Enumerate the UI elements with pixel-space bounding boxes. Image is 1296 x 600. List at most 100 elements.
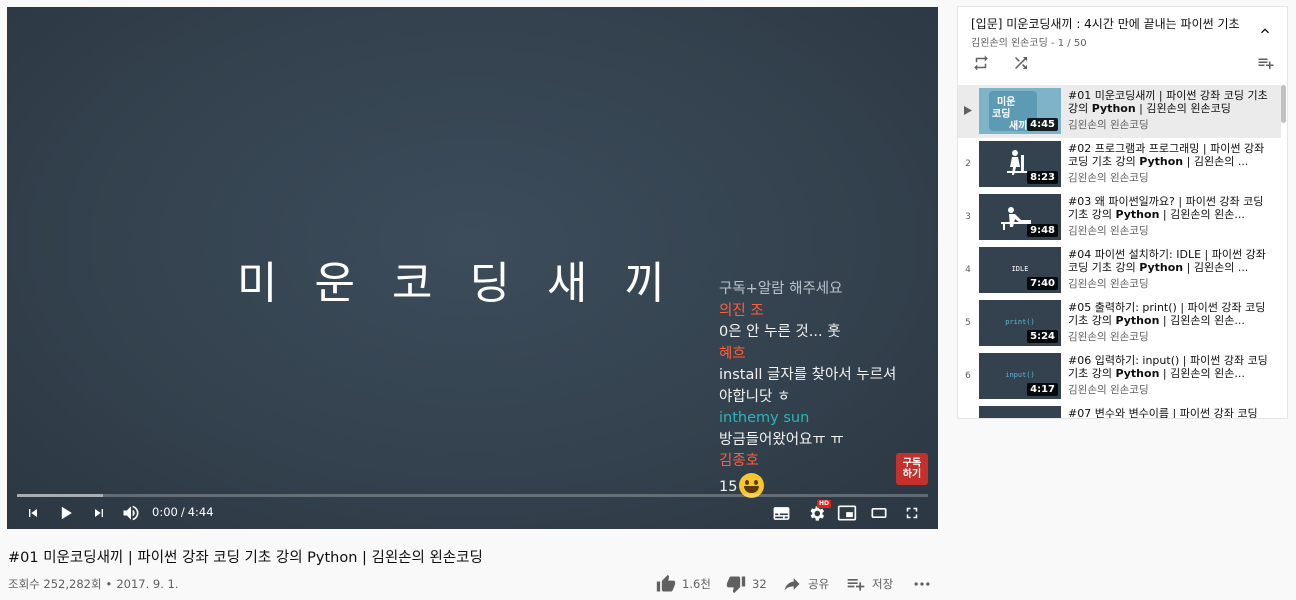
- playlist-item[interactable]: #07 변수와 변수이름 | 파이썬 강좌 코딩 기초 강의 Python | …: [958, 403, 1281, 418]
- more-icon: [914, 582, 930, 586]
- skip-next-icon[interactable]: [89, 501, 109, 525]
- playlist-title[interactable]: [입문] 미운코딩새끼 : 4시간 만에 끝내는 파이썬 기초: [971, 15, 1240, 32]
- chat-message: 0은 안 누른 것... 훗: [719, 324, 841, 340]
- miniplayer-icon[interactable]: [836, 501, 858, 525]
- chat-username: 김종호: [719, 453, 760, 469]
- playlist-item-thumbnail[interactable]: print() 5:24: [979, 300, 1061, 346]
- playlist-item-channel: 김왼손의 왼손코딩: [1068, 172, 1149, 184]
- volume-icon[interactable]: [120, 501, 142, 525]
- svg-text:코딩: 코딩: [992, 107, 1010, 120]
- progress-buffered: [17, 494, 103, 497]
- subtitles-icon[interactable]: [770, 501, 792, 525]
- playlist-item-title[interactable]: #01 미운코딩새끼 | 파이썬 강좌 코딩 기초 강의 Python | 김왼…: [1068, 89, 1268, 115]
- playlist-item-title[interactable]: #07 변수와 변수이름 | 파이썬 강좌 코딩 기초 강의 Python | …: [1068, 407, 1268, 418]
- playlist-scrollbar[interactable]: [1281, 85, 1286, 123]
- playlist-item-thumbnail[interactable]: 8:23: [979, 141, 1061, 187]
- playlist-item-channel: 김왼손의 왼손코딩: [1068, 384, 1149, 396]
- svg-text:새끼: 새끼: [1009, 119, 1027, 132]
- time-display: 0:00/4:44: [152, 505, 214, 519]
- loop-icon[interactable]: [972, 54, 990, 76]
- svg-text:IDLE: IDLE: [1012, 265, 1029, 273]
- skip-previous-icon[interactable]: [23, 501, 43, 525]
- more-actions-button[interactable]: [912, 573, 938, 595]
- settings-icon[interactable]: HD: [804, 500, 832, 525]
- playlist-item-title[interactable]: #02 프로그램과 프로그래밍 | 파이썬 강좌 코딩 기초 강의 Python…: [1068, 142, 1268, 168]
- svg-text:print(): print(): [1005, 318, 1035, 326]
- playlist-item-index: 6: [965, 371, 971, 381]
- chat-message: 방금들어왔어요ㅠ ㅠ: [719, 431, 844, 448]
- add-to-queue-icon[interactable]: [1257, 54, 1275, 76]
- share-button[interactable]: 공유: [782, 573, 829, 595]
- playlist-item[interactable]: 4 IDLE 7:40 #04 파이썬 설치하기: IDLE | 파이썬 강좌 코딩 …: [958, 244, 1281, 297]
- share-label: 공유: [808, 577, 830, 591]
- duration-badge: 4:45: [1027, 118, 1058, 131]
- playlist-item-index: [961, 403, 975, 418]
- save-label: 저장: [872, 577, 894, 591]
- video-player[interactable]: 미운코딩새끼 구독+알람 해주세요 의진 조 0은 안 누른 것... 훗 혜흐 ins…: [7, 7, 938, 529]
- playlist-item-index: 5: [965, 318, 971, 328]
- chat-username: inthemy sun: [719, 410, 810, 426]
- video-frame-title: 미운코딩새끼: [237, 258, 702, 309]
- player-controls: 0:00/4:44 HD: [7, 500, 938, 529]
- playlist-item[interactable]: 5 print() 5:24 #05 출력하기: print() | 파이썬 강좌 코…: [958, 297, 1281, 350]
- now-playing-icon: [964, 106, 972, 115]
- playlist-item-text: #03 왜 파이썬일까요? | 파이썬 강좌 코딩 기초 강의 Python |…: [1068, 195, 1268, 238]
- playlist-item-title[interactable]: #06 입력하기: input() | 파이썬 강좌 코딩 기초 강의 Pyth…: [1068, 354, 1268, 380]
- playlist-item-text: #06 입력하기: input() | 파이썬 강좌 코딩 기초 강의 Pyth…: [1068, 354, 1268, 397]
- duration-badge: 9:48: [1027, 224, 1058, 237]
- duration-badge: 7:40: [1027, 277, 1058, 290]
- thumb-up-icon: [656, 574, 676, 592]
- playlist-item-text: #07 변수와 변수이름 | 파이썬 강좌 코딩 기초 강의 Python | …: [1068, 407, 1268, 418]
- like-count: 1.6천: [682, 577, 711, 591]
- playlist-item-thumbnail[interactable]: input() 4:17: [979, 353, 1061, 399]
- view-count: 조회수 252,282회: [8, 577, 102, 591]
- progress-bar[interactable]: [17, 494, 928, 497]
- playlist-item-title[interactable]: #04 파이썬 설치하기: IDLE | 파이썬 강좌 코딩 기초 강의 Pyt…: [1068, 248, 1268, 274]
- video-title: #01 미운코딩새끼 | 파이썬 강좌 코딩 기초 강의 Python | 김왼…: [8, 550, 483, 566]
- playlist-item-title[interactable]: #05 출력하기: print() | 파이썬 강좌 코딩 기초 강의 Pyth…: [1068, 301, 1268, 327]
- playlist-item-thumbnail[interactable]: 9:48: [979, 194, 1061, 240]
- time-current: 0:00: [152, 505, 178, 519]
- save-playlist-icon: [847, 579, 865, 591]
- playlist-item[interactable]: 6 input() 4:17 #06 입력하기: input() | 파이썬 강좌 코…: [958, 350, 1281, 403]
- playlist-item-text: #04 파이썬 설치하기: IDLE | 파이썬 강좌 코딩 기초 강의 Pyt…: [1068, 248, 1268, 291]
- playlist-item-index: 3: [965, 212, 971, 222]
- fullscreen-icon[interactable]: [901, 501, 923, 525]
- playlist-item-title[interactable]: #03 왜 파이썬일까요? | 파이썬 강좌 코딩 기초 강의 Python |…: [1068, 195, 1268, 221]
- playlist-subtitle: 김왼손의 왼손코딩 - 1 / 50: [971, 38, 1087, 49]
- chat-username: 의진 조: [719, 302, 764, 319]
- collapse-chevron-icon[interactable]: [1257, 23, 1273, 43]
- svg-text:미운: 미운: [997, 95, 1015, 108]
- chat-message: 야합니닷 ㅎ: [719, 388, 791, 405]
- playlist-item-index: 4: [965, 265, 971, 275]
- like-button[interactable]: 1.6천: [656, 573, 711, 595]
- playlist-item[interactable]: 3 9:48 #03 왜 파이썬일까요? | 파이썬 강좌 코딩 기초 강의 Pyt…: [958, 191, 1281, 244]
- playlist-item-thumbnail[interactable]: IDLE 7:40: [979, 247, 1061, 293]
- playlist-item[interactable]: 2 8:23 #02 프로그램과 프로그래밍 | 파이썬 강좌 코딩 기초 강의 P…: [958, 138, 1281, 191]
- chat-message: install 글자를 찾아서 누르셔: [719, 367, 897, 383]
- play-icon[interactable]: [55, 501, 77, 525]
- thumb-down-icon: [726, 576, 746, 594]
- playlist-item-index: [961, 85, 975, 138]
- playlist-item-channel: 김왼손의 왼손코딩: [1068, 119, 1149, 131]
- shuffle-icon[interactable]: [1012, 54, 1030, 76]
- playlist-item-thumbnail[interactable]: 미운 코딩 새끼 4:45: [979, 88, 1061, 134]
- subscribe-badge: 구독 하기: [896, 453, 928, 485]
- meta-separator: •: [105, 577, 113, 591]
- playlist-header: [입문] 미운코딩새끼 : 4시간 만에 끝내는 파이썬 기초 김왼손의 왼손코…: [958, 7, 1287, 82]
- share-icon: [784, 578, 800, 591]
- save-button[interactable]: 저장: [846, 573, 893, 595]
- theater-icon[interactable]: [868, 501, 890, 525]
- time-total: 4:44: [187, 505, 214, 519]
- dislike-button[interactable]: 32: [726, 573, 767, 595]
- youtube-watch-page: 미운코딩새끼 구독+알람 해주세요 의진 조 0은 안 누른 것... 훗 혜흐 ins…: [0, 0, 1296, 600]
- hd-badge: HD: [817, 500, 832, 508]
- time-separator: /: [180, 505, 185, 519]
- playlist-item-thumbnail[interactable]: [979, 406, 1061, 418]
- video-meta: 조회수 252,282회 • 2017. 9. 1.: [8, 576, 179, 592]
- playlist-item-text: #01 미운코딩새끼 | 파이썬 강좌 코딩 기초 강의 Python | 김왼…: [1068, 89, 1268, 132]
- chat-message: 구독+알람 해주세요: [719, 281, 843, 297]
- svg-text:input(): input(): [1005, 371, 1035, 379]
- playlist-item[interactable]: 미운 코딩 새끼 4:45 #01 미운코딩새끼 | 파이썬 강좌 코딩 기초 강의 P…: [958, 85, 1281, 138]
- playlist-item-text: #02 프로그램과 프로그래밍 | 파이썬 강좌 코딩 기초 강의 Python…: [1068, 142, 1268, 185]
